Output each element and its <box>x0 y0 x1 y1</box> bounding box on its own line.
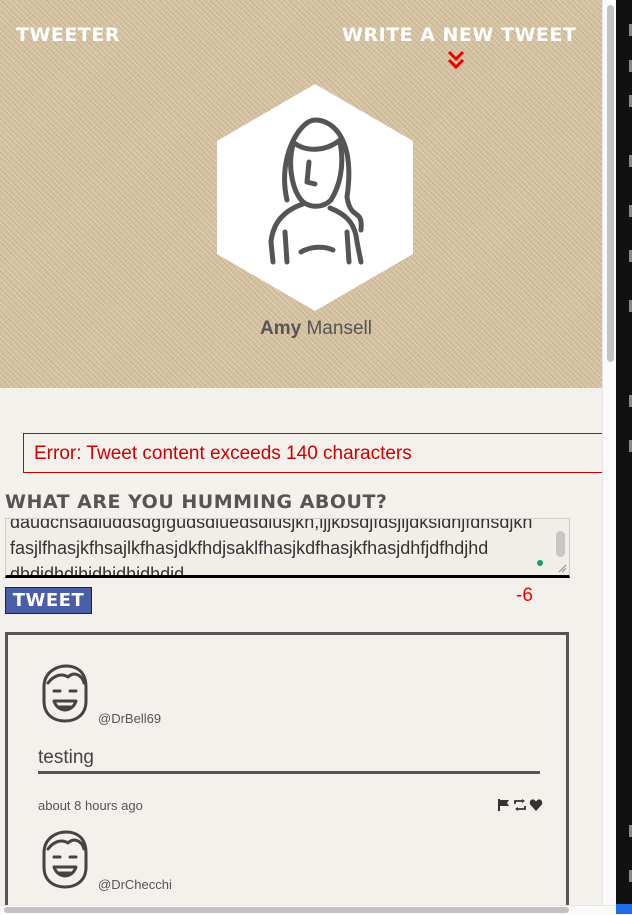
tweet-text-line: daudchsadiuddsdgfgudsdiuedsdiusjkh,ljjkb… <box>10 518 533 532</box>
page-viewport: TWEETER WRITE A NEW TWEET Amy Mansell Er… <box>0 0 602 905</box>
profile-avatar <box>217 84 413 311</box>
resize-handle-icon[interactable] <box>557 563 567 573</box>
tweet-content: testing <box>38 747 540 774</box>
profile-first-name: Amy <box>260 318 302 339</box>
error-message: Error: Tweet content exceeds 140 charact… <box>23 433 602 473</box>
user-avatar[interactable] <box>38 663 92 723</box>
flag-icon[interactable] <box>497 797 511 811</box>
heart-icon[interactable] <box>529 797 543 811</box>
profile-header: TWEETER WRITE A NEW TWEET Amy Mansell <box>0 0 602 388</box>
tweet-text-line: dhdjdhdjhjdhjdhjdhdjd <box>10 564 185 578</box>
retweet-icon[interactable] <box>513 797 527 811</box>
tweet-textarea[interactable]: daudchsadiuddsdgfgudsdiuedsdiusjkh,ljjkb… <box>5 518 570 578</box>
tweet-handle[interactable]: @DrChecchi <box>98 877 172 892</box>
profile-name: Amy Mansell <box>0 318 602 340</box>
brand-logo[interactable]: TWEETER <box>16 24 120 46</box>
vertical-scrollbar[interactable] <box>602 0 617 905</box>
vertical-scrollbar-thumb[interactable] <box>607 5 614 362</box>
compose-heading: WHAT ARE YOU HUMMING ABOUT? <box>5 491 388 513</box>
user-avatar[interactable] <box>38 829 92 889</box>
adjacent-window-accent <box>616 904 632 914</box>
write-new-tweet-link[interactable]: WRITE A NEW TWEET <box>342 24 576 46</box>
tweet-timestamp: about 8 hours ago <box>38 798 143 813</box>
tweet-button[interactable]: TWEET <box>5 587 92 614</box>
character-counter: -6 <box>516 585 533 606</box>
grammar-indicator-icon <box>537 560 543 566</box>
horizontal-scrollbar-thumb[interactable] <box>4 907 569 913</box>
double-chevron-down-icon[interactable] <box>447 50 465 70</box>
tweet-handle[interactable]: @DrBell69 <box>98 711 161 726</box>
tweet-actions <box>497 797 543 811</box>
tweet-feed: @DrBell69 testing about 8 hours ago @DrC… <box>5 632 569 905</box>
tweet-text-line: fasjlfhasjkfhsajlkfhasjdkfhdjsaklfhasjkd… <box>10 538 489 558</box>
profile-last-name: Mansell <box>306 318 372 339</box>
adjacent-window-edge <box>616 0 632 914</box>
textarea-scrollbar[interactable] <box>556 531 565 557</box>
